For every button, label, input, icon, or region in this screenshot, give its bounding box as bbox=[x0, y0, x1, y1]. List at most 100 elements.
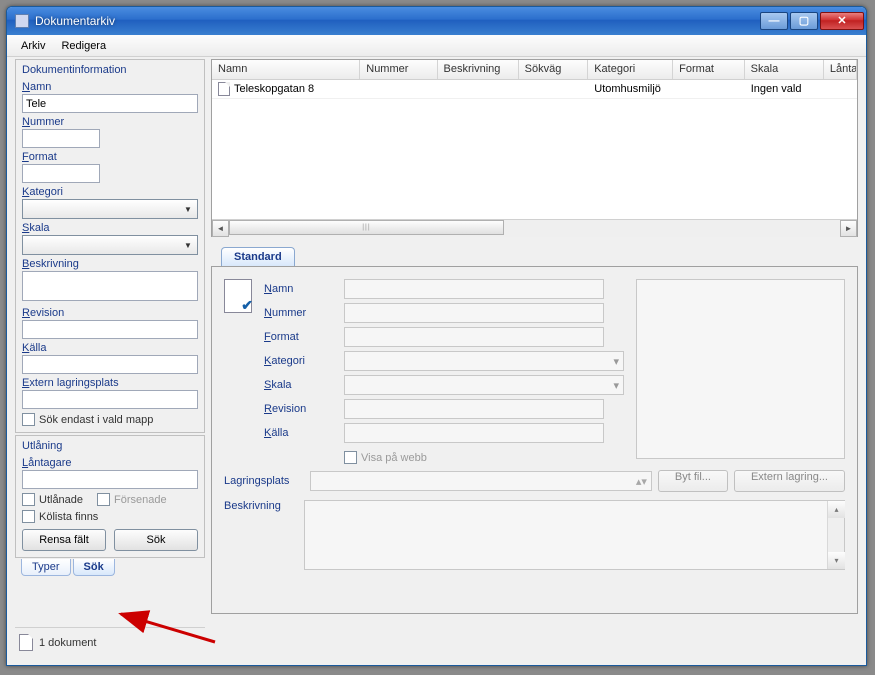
search-button[interactable]: Sök bbox=[114, 529, 198, 551]
scroll-right-button[interactable]: ► bbox=[840, 220, 857, 237]
format-input[interactable] bbox=[22, 164, 100, 183]
tab-search[interactable]: Sök bbox=[73, 559, 115, 576]
ext-storage-label: Extern lagringsplats bbox=[22, 377, 198, 389]
scroll-up-button[interactable]: ▴ bbox=[828, 501, 845, 518]
status-count: 1 dokument bbox=[39, 637, 96, 649]
document-icon bbox=[218, 82, 230, 96]
menu-arkiv[interactable]: Arkiv bbox=[13, 37, 53, 55]
loaned-checkbox[interactable]: Utlånade bbox=[22, 493, 83, 506]
clear-fields-button[interactable]: Rensa fält bbox=[22, 529, 106, 551]
revision-input[interactable] bbox=[22, 320, 198, 339]
col-namn[interactable]: Namn bbox=[212, 60, 360, 79]
col-sokvag[interactable]: Sökväg bbox=[519, 60, 589, 79]
search-in-folder-label: Sök endast i vald mapp bbox=[39, 414, 153, 426]
detail-number-label: Nummer bbox=[264, 307, 344, 319]
search-sidebar: Dokumentinformation Namn Nummer Format K… bbox=[15, 59, 205, 657]
col-lantagare[interactable]: Lånta bbox=[824, 60, 857, 79]
checkbox-icon bbox=[97, 493, 110, 506]
show-web-checkbox: Visa på webb bbox=[344, 451, 427, 464]
title-bar[interactable]: Dokumentarkiv — ▢ ✕ bbox=[7, 7, 866, 35]
loan-group: Utlåning Låntagare Utlånade Försenade Kö… bbox=[15, 435, 205, 558]
col-kategori[interactable]: Kategori bbox=[588, 60, 673, 79]
number-label: Nummer bbox=[22, 116, 198, 128]
results-grid[interactable]: Namn Nummer Beskrivning Sökväg Kategori … bbox=[211, 59, 858, 237]
show-web-label: Visa på webb bbox=[361, 452, 427, 464]
tab-standard[interactable]: Standard bbox=[221, 247, 295, 266]
checkbox-icon bbox=[22, 510, 35, 523]
checkbox-icon bbox=[344, 451, 357, 464]
maximize-button[interactable]: ▢ bbox=[790, 12, 818, 30]
document-large-icon: ✔ bbox=[224, 279, 252, 313]
menu-redigera[interactable]: Redigera bbox=[53, 37, 114, 55]
queue-checkbox[interactable]: Kölista finns bbox=[22, 510, 198, 523]
chevron-down-icon: ▼ bbox=[182, 241, 194, 250]
cell-namn: Teleskopgatan 8 bbox=[234, 83, 314, 95]
scroll-track[interactable]: ||| bbox=[229, 220, 840, 237]
detail-description-field: ▴ ▾ bbox=[304, 500, 845, 570]
loaned-label: Utlånade bbox=[39, 494, 83, 506]
document-icon bbox=[19, 634, 33, 651]
status-bar: 1 dokument bbox=[15, 627, 205, 657]
minimize-button[interactable]: — bbox=[760, 12, 788, 30]
detail-name-label: Namn bbox=[264, 283, 344, 295]
col-skala[interactable]: Skala bbox=[745, 60, 824, 79]
tab-types[interactable]: Typer bbox=[21, 559, 71, 576]
group-legend-loan: Utlåning bbox=[20, 440, 64, 452]
horizontal-scrollbar[interactable]: ◄ ||| ► bbox=[212, 219, 857, 236]
description-input[interactable] bbox=[22, 271, 198, 301]
detail-source-label: Källa bbox=[264, 427, 344, 439]
description-label: Beskrivning bbox=[22, 258, 198, 270]
detail-revision-field bbox=[344, 399, 604, 419]
detail-format-field bbox=[344, 327, 604, 347]
detail-description-label: Beskrivning bbox=[224, 500, 304, 570]
scale-combo[interactable]: ▼ bbox=[22, 235, 198, 255]
browse-file-button[interactable]: Byt fil... bbox=[658, 470, 728, 492]
cell-beskrivning bbox=[438, 88, 519, 90]
ext-storage-input[interactable] bbox=[22, 390, 198, 409]
col-beskrivning[interactable]: Beskrivning bbox=[438, 60, 519, 79]
borrower-input[interactable] bbox=[22, 470, 198, 489]
preview-pane bbox=[636, 279, 845, 459]
format-label: Format bbox=[22, 151, 198, 163]
close-button[interactable]: ✕ bbox=[820, 12, 864, 30]
grid-row[interactable]: Teleskopgatan 8 Utomhusmiljö Ingen vald bbox=[212, 80, 857, 99]
vertical-scrollbar[interactable]: ▴ ▾ bbox=[827, 501, 844, 569]
scroll-thumb[interactable]: ||| bbox=[229, 220, 504, 235]
chevron-down-icon: ▼ bbox=[182, 205, 194, 214]
search-in-folder-checkbox[interactable]: Sök endast i vald mapp bbox=[22, 413, 198, 426]
col-nummer[interactable]: Nummer bbox=[360, 60, 437, 79]
detail-scale-combo: ▾ bbox=[344, 375, 624, 395]
queue-label: Kölista finns bbox=[39, 511, 98, 523]
cell-format bbox=[673, 88, 745, 90]
name-input[interactable] bbox=[22, 94, 198, 113]
number-input[interactable] bbox=[22, 129, 100, 148]
detail-revision-label: Revision bbox=[264, 403, 344, 415]
checkbox-icon bbox=[22, 413, 35, 426]
detail-source-field bbox=[344, 423, 604, 443]
external-storage-button[interactable]: Extern lagring... bbox=[734, 470, 845, 492]
source-label: Källa bbox=[22, 342, 198, 354]
scroll-down-button[interactable]: ▾ bbox=[828, 552, 845, 569]
name-label: Namn bbox=[22, 81, 198, 93]
col-format[interactable]: Format bbox=[673, 60, 745, 79]
cell-lantagare bbox=[824, 88, 857, 90]
detail-category-label: Kategori bbox=[264, 355, 344, 367]
detail-name-field bbox=[344, 279, 604, 299]
cell-kategori: Utomhusmiljö bbox=[588, 82, 673, 96]
storage-label: Lagringsplats bbox=[224, 475, 304, 487]
document-info-group: Dokumentinformation Namn Nummer Format K… bbox=[15, 59, 205, 433]
detail-format-label: Format bbox=[264, 331, 344, 343]
main-area: Namn Nummer Beskrivning Sökväg Kategori … bbox=[211, 59, 858, 657]
scale-label: Skala bbox=[22, 222, 198, 234]
menu-bar: Arkiv Redigera bbox=[7, 35, 866, 57]
source-input[interactable] bbox=[22, 355, 198, 374]
detail-panel: ✔ Namn Nummer Format Kategori▾ Skala▾ Re… bbox=[211, 266, 858, 614]
overdue-checkbox: Försenade bbox=[97, 493, 167, 506]
cell-skala: Ingen vald bbox=[745, 82, 824, 96]
borrower-label: Låntagare bbox=[22, 457, 198, 469]
category-combo[interactable]: ▼ bbox=[22, 199, 198, 219]
scroll-left-button[interactable]: ◄ bbox=[212, 220, 229, 237]
detail-number-field bbox=[344, 303, 604, 323]
grid-header: Namn Nummer Beskrivning Sökväg Kategori … bbox=[212, 60, 857, 80]
detail-scale-label: Skala bbox=[264, 379, 344, 391]
